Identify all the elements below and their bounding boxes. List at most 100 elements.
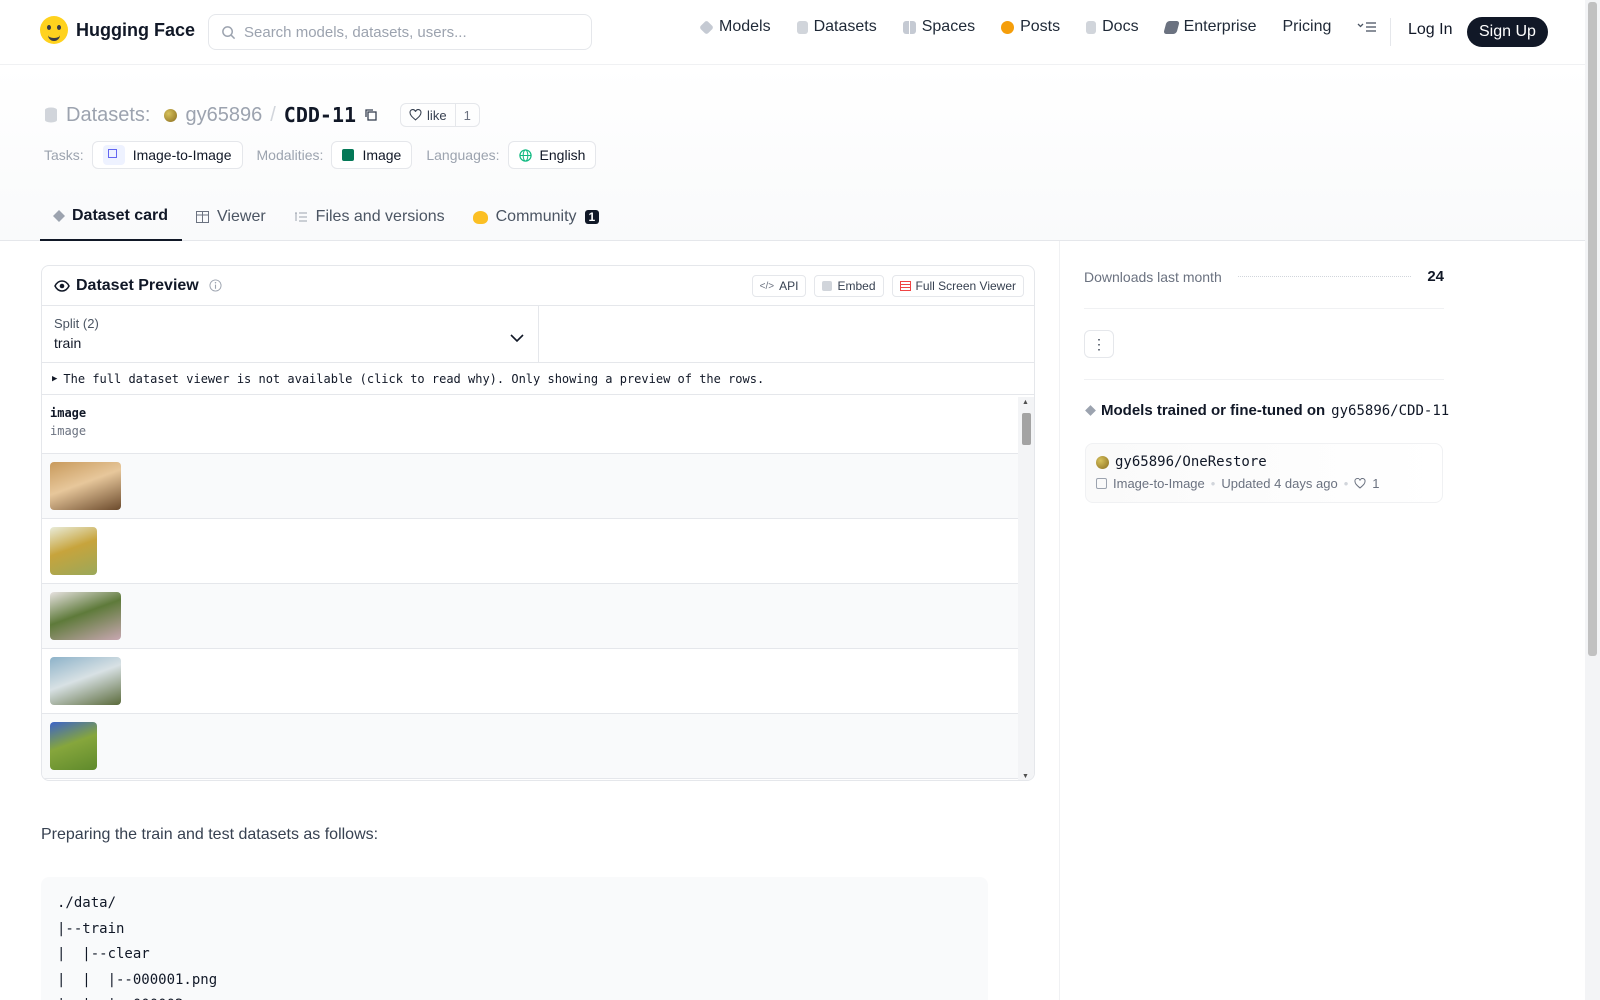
logo[interactable]: Hugging Face: [40, 16, 195, 44]
nav-datasets[interactable]: Datasets: [796, 18, 877, 36]
repo-header: Datasets: gy65896 / CDD-11 like 1 Tasks:…: [0, 65, 1585, 241]
column-header-image[interactable]: image image: [42, 397, 1020, 454]
like-button-label: like: [401, 104, 455, 126]
more-options-button[interactable]: ⋮: [1084, 330, 1114, 358]
nav-models[interactable]: Models: [699, 18, 771, 36]
modalities-label: Modalities:: [256, 147, 324, 163]
nav-datasets-label: Datasets: [813, 18, 877, 35]
chevron-down-icon: [510, 334, 524, 343]
code-block: ./data/ |--train | |--clear | | |--00000…: [41, 877, 988, 1000]
tab-label: Dataset card: [72, 207, 169, 224]
table-row[interactable]: [42, 454, 1020, 519]
model-updated: Updated 4 days ago: [1221, 476, 1338, 491]
tag-label: Image: [362, 147, 402, 163]
repo-type-label[interactable]: Datasets:: [66, 104, 150, 127]
image-thumbnail[interactable]: [50, 592, 121, 640]
login-link[interactable]: Log In: [1408, 21, 1452, 39]
repo-owner-link[interactable]: gy65896: [185, 104, 262, 127]
like-count[interactable]: 1: [454, 104, 479, 126]
enterprise-icon: [1162, 20, 1180, 34]
nav-posts[interactable]: Posts: [1001, 18, 1060, 36]
heart-icon: [1354, 478, 1366, 489]
model-meta: Image-to-Image • Updated 4 days ago • 1: [1096, 476, 1432, 491]
cube-icon: [699, 19, 714, 35]
full-screen-viewer-button[interactable]: Full Screen Viewer: [891, 275, 1024, 297]
nav-pricing[interactable]: Pricing: [1282, 18, 1331, 36]
nav-spaces[interactable]: Spaces: [902, 18, 976, 36]
breadcrumb-slash: /: [270, 103, 276, 126]
tab-community[interactable]: Community 1: [459, 193, 614, 241]
page-scroll-thumb[interactable]: [1588, 2, 1597, 656]
models-heading-repo: gy65896/CDD-11: [1331, 402, 1450, 419]
tag-label: Image-to-Image: [132, 147, 232, 163]
tab-files-and-versions[interactable]: Files and versions: [280, 193, 459, 241]
model-name[interactable]: gy65896/OneRestore: [1115, 454, 1267, 470]
table-row[interactable]: [42, 519, 1020, 584]
image-icon: [342, 149, 355, 161]
nav-enterprise[interactable]: Enterprise: [1162, 18, 1256, 36]
files-icon: [294, 212, 307, 222]
search-input[interactable]: [244, 23, 574, 41]
table-row[interactable]: [42, 584, 1020, 649]
menu-icon: [1357, 22, 1377, 32]
preview-title: Dataset Preview: [76, 276, 199, 294]
breadcrumb: Datasets: gy65896 / CDD-11 like 1: [44, 103, 480, 127]
main-nav: Models Datasets Spaces Posts Docs Enterp…: [699, 18, 1403, 36]
grid-icon: [902, 20, 916, 34]
image-thumbnail[interactable]: [50, 527, 97, 575]
like-button[interactable]: like 1: [400, 103, 480, 127]
info-icon[interactable]: [209, 279, 222, 292]
nav-spaces-label: Spaces: [921, 18, 976, 35]
eye-icon: [54, 279, 70, 292]
tag-modality-image[interactable]: Image: [331, 141, 413, 169]
image-thumbnail[interactable]: [50, 722, 97, 770]
more-menu-button[interactable]: [1357, 20, 1377, 34]
repo-name[interactable]: CDD-11: [284, 103, 356, 127]
full-screen-label: Full Screen Viewer: [915, 279, 1017, 293]
scroll-thumb[interactable]: [1022, 413, 1031, 445]
preview-actions: </> API Embed Full Screen Viewer: [751, 275, 1024, 297]
image-thumbnail[interactable]: [50, 657, 121, 705]
code-icon: </>: [759, 280, 775, 292]
dataset-preview: Dataset Preview </> API Embed Full Scree…: [41, 265, 1035, 781]
table-scrollbar[interactable]: ▲ ▼: [1018, 397, 1034, 780]
split-selector[interactable]: Split (2) train: [42, 306, 539, 362]
dotted-leader: [1237, 276, 1412, 277]
copy-icon[interactable]: [364, 108, 378, 122]
embed-button[interactable]: Embed: [814, 275, 884, 297]
triangle-right-icon: ▶: [52, 373, 58, 384]
tag-language-english[interactable]: English: [507, 141, 597, 169]
nav-docs-label: Docs: [1102, 18, 1139, 35]
docs-icon: [1086, 20, 1097, 34]
tab-label: Viewer: [217, 208, 266, 225]
model-task: Image-to-Image: [1113, 476, 1205, 491]
viewer-notice[interactable]: ▶ The full dataset viewer is not availab…: [42, 363, 1034, 395]
downloads-label: Downloads last month: [1084, 268, 1222, 285]
api-button[interactable]: </> API: [751, 275, 807, 297]
signup-button[interactable]: Sign Up: [1467, 17, 1548, 47]
embed-label: Embed: [837, 279, 876, 293]
scroll-up-icon[interactable]: ▲: [1022, 399, 1029, 406]
embed-icon: [822, 281, 833, 291]
model-name-row: gy65896/OneRestore: [1096, 454, 1432, 470]
scroll-down-icon[interactable]: ▼: [1022, 773, 1029, 780]
tag-image-to-image[interactable]: Image-to-Image: [91, 141, 243, 169]
split-row: Split (2) train: [42, 306, 1034, 363]
table-icon: [196, 211, 210, 223]
tasks-label: Tasks:: [44, 147, 84, 163]
table-row[interactable]: [42, 649, 1020, 714]
preview-table: image image: [42, 397, 1020, 779]
dot-separator: •: [1210, 476, 1216, 491]
tab-dataset-card[interactable]: Dataset card: [40, 193, 183, 241]
page-scrollbar[interactable]: [1585, 0, 1600, 1000]
models-trained-heading: Models trained or fine-tuned on gy65896/…: [1085, 402, 1450, 419]
search-box[interactable]: [208, 14, 592, 50]
model-card[interactable]: gy65896/OneRestore Image-to-Image • Upda…: [1085, 443, 1443, 503]
sidebar-separator: [1084, 308, 1444, 309]
dot-separator: •: [1343, 476, 1349, 491]
tab-viewer[interactable]: Viewer: [182, 193, 280, 241]
image-thumbnail[interactable]: [50, 462, 121, 510]
nav-docs[interactable]: Docs: [1086, 18, 1139, 36]
table-row[interactable]: [42, 714, 1020, 779]
languages-label: Languages:: [426, 147, 500, 163]
